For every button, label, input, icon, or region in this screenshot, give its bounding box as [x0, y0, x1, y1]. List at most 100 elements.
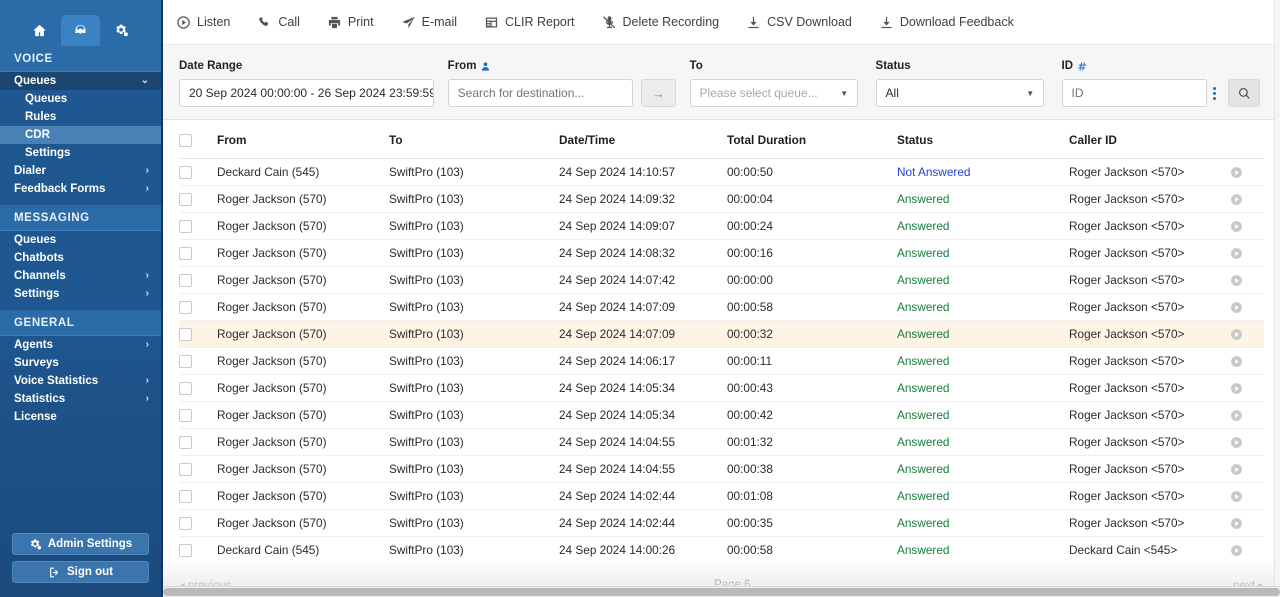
to-queue-select[interactable]: Please select queue... ▼: [689, 79, 859, 107]
row-checkbox[interactable]: [179, 192, 192, 206]
id-label: ID: [1062, 59, 1207, 73]
row-play-cell[interactable]: [1230, 374, 1264, 402]
row-play-cell[interactable]: [1230, 239, 1264, 267]
sidebar-item-feedback-forms[interactable]: Feedback Forms ›: [0, 180, 161, 198]
column-total-duration[interactable]: Total Duration: [727, 120, 897, 159]
row-play-cell[interactable]: [1230, 185, 1264, 213]
cell-from: Roger Jackson (570): [217, 455, 389, 483]
horizontal-scrollbar[interactable]: [163, 586, 1280, 597]
select-all-checkbox[interactable]: [179, 133, 192, 147]
more-options-button[interactable]: [1207, 79, 1223, 107]
email-button[interactable]: E-mail: [401, 15, 470, 30]
row-play-cell[interactable]: [1230, 212, 1264, 240]
column-status[interactable]: Status: [897, 120, 1069, 159]
table-row[interactable]: Roger Jackson (570) SwiftPro (103) 24 Sep …: [179, 320, 1264, 348]
search-button[interactable]: [1228, 79, 1261, 107]
status-filter: Status All ▼: [875, 59, 1045, 107]
chevron-right-icon: ›: [145, 165, 149, 176]
row-play-cell[interactable]: [1230, 347, 1264, 375]
date-range-input[interactable]: 20 Sep 2024 00:00:00 - 26 Sep 2024 23:59…: [179, 79, 434, 107]
download-feedback-button[interactable]: Download Feedback: [879, 15, 1027, 30]
sidebar-item-dialer[interactable]: Dialer ›: [0, 162, 161, 180]
row-play-cell[interactable]: [1230, 293, 1264, 321]
scrollbar-thumb[interactable]: [163, 588, 1280, 596]
row-play-cell[interactable]: [1230, 536, 1264, 563]
sidebar-item-voice-cdr[interactable]: CDR: [0, 126, 161, 144]
sidebar-item-voice-queues[interactable]: Queues: [0, 90, 161, 108]
sidebar-item-messaging-settings[interactable]: Settings ›: [0, 285, 161, 303]
table-row[interactable]: Roger Jackson (570) SwiftPro (103) 24 Sep …: [179, 374, 1264, 402]
column-to[interactable]: To: [389, 120, 559, 159]
row-checkbox[interactable]: [179, 246, 192, 260]
row-checkbox[interactable]: [179, 219, 192, 233]
row-checkbox[interactable]: [179, 165, 192, 179]
cell-to: SwiftPro (103): [389, 482, 559, 510]
sidebar-item-agents[interactable]: Agents ›: [0, 336, 161, 354]
from-input[interactable]: [447, 79, 633, 107]
column-caller-id[interactable]: Caller ID: [1069, 120, 1230, 159]
row-play-cell[interactable]: [1230, 266, 1264, 294]
sidebar-item-voice-settings[interactable]: Settings: [0, 144, 161, 162]
table-row[interactable]: Roger Jackson (570) SwiftPro (103) 24 Sep …: [179, 185, 1264, 213]
status-select[interactable]: All ▼: [875, 79, 1045, 107]
vertical-scroll-track[interactable]: [1274, 0, 1280, 586]
row-play-cell[interactable]: [1230, 482, 1264, 510]
sign-out-button[interactable]: Sign out: [12, 561, 149, 583]
row-play-cell[interactable]: [1230, 320, 1264, 348]
row-play-cell[interactable]: [1230, 455, 1264, 483]
table-row[interactable]: Roger Jackson (570) SwiftPro (103) 24 Sep …: [179, 239, 1264, 267]
column-datetime[interactable]: Date/Time: [559, 120, 727, 159]
table-row[interactable]: Deckard Cain (545) SwiftPro (103) 24 Sep 2…: [179, 158, 1264, 186]
sidebar-item-voice-rules[interactable]: Rules: [0, 108, 161, 126]
print-button[interactable]: Print: [327, 15, 387, 30]
sidebar-item-voice-statistics[interactable]: Voice Statistics ›: [0, 372, 161, 390]
table-row[interactable]: Roger Jackson (570) SwiftPro (103) 24 Sep …: [179, 266, 1264, 294]
home-tab[interactable]: [20, 15, 59, 46]
swap-arrow-button[interactable]: →: [640, 79, 676, 107]
row-checkbox[interactable]: [179, 381, 192, 395]
admin-settings-button[interactable]: Admin Settings: [12, 533, 149, 555]
table-row[interactable]: Roger Jackson (570) SwiftPro (103) 24 Sep …: [179, 401, 1264, 429]
row-checkbox[interactable]: [179, 489, 192, 503]
clir-report-button[interactable]: CLIR Report: [484, 15, 587, 30]
settings-tab[interactable]: [102, 15, 141, 46]
table-row[interactable]: Roger Jackson (570) SwiftPro (103) 24 Sep …: [179, 455, 1264, 483]
table-row[interactable]: Roger Jackson (570) SwiftPro (103) 24 Sep …: [179, 428, 1264, 456]
column-from[interactable]: From: [217, 120, 389, 159]
row-checkbox[interactable]: [179, 273, 192, 287]
row-play-cell[interactable]: [1230, 158, 1264, 186]
table-row[interactable]: Roger Jackson (570) SwiftPro (103) 24 Sep …: [179, 509, 1264, 537]
table-row[interactable]: Deckard Cain (545) SwiftPro (103) 24 Sep 2…: [179, 536, 1264, 563]
sidebar-item-channels[interactable]: Channels ›: [0, 267, 161, 285]
voice-tab[interactable]: [61, 15, 100, 46]
table-row[interactable]: Roger Jackson (570) SwiftPro (103) 24 Sep …: [179, 482, 1264, 510]
table-row[interactable]: Roger Jackson (570) SwiftPro (103) 24 Sep …: [179, 293, 1264, 321]
sidebar-item-statistics[interactable]: Statistics ›: [0, 390, 161, 408]
delete-recording-label: Delete Recording: [622, 15, 720, 29]
row-checkbox[interactable]: [179, 435, 192, 449]
listen-button[interactable]: Listen: [176, 15, 243, 30]
table-row[interactable]: Roger Jackson (570) SwiftPro (103) 24 Sep …: [179, 347, 1264, 375]
sidebar-item-chatbots[interactable]: Chatbots: [0, 249, 161, 267]
call-button[interactable]: Call: [257, 15, 313, 30]
row-play-cell[interactable]: [1230, 401, 1264, 429]
sidebar-item-queues-group[interactable]: Queues ⌄: [0, 72, 161, 90]
row-play-cell[interactable]: [1230, 428, 1264, 456]
row-checkbox[interactable]: [179, 462, 192, 476]
id-input[interactable]: [1061, 79, 1207, 107]
row-checkbox[interactable]: [179, 354, 192, 368]
sidebar-item-license[interactable]: License: [0, 408, 161, 426]
row-checkbox[interactable]: [179, 516, 192, 530]
cell-from: Roger Jackson (570): [217, 293, 389, 321]
table-row[interactable]: Roger Jackson (570) SwiftPro (103) 24 Sep …: [179, 212, 1264, 240]
row-play-cell[interactable]: [1230, 509, 1264, 537]
row-checkbox[interactable]: [179, 543, 192, 557]
sidebar-item-messaging-queues[interactable]: Queues: [0, 231, 161, 249]
row-checkbox[interactable]: [179, 300, 192, 314]
sidebar-item-surveys[interactable]: Surveys: [0, 354, 161, 372]
row-checkbox[interactable]: [179, 408, 192, 422]
cell-datetime: 24 Sep 2024 14:07:42: [559, 266, 727, 294]
row-checkbox[interactable]: [179, 327, 192, 341]
csv-download-button[interactable]: CSV Download: [746, 15, 865, 30]
delete-recording-button[interactable]: Delete Recording: [602, 15, 733, 30]
